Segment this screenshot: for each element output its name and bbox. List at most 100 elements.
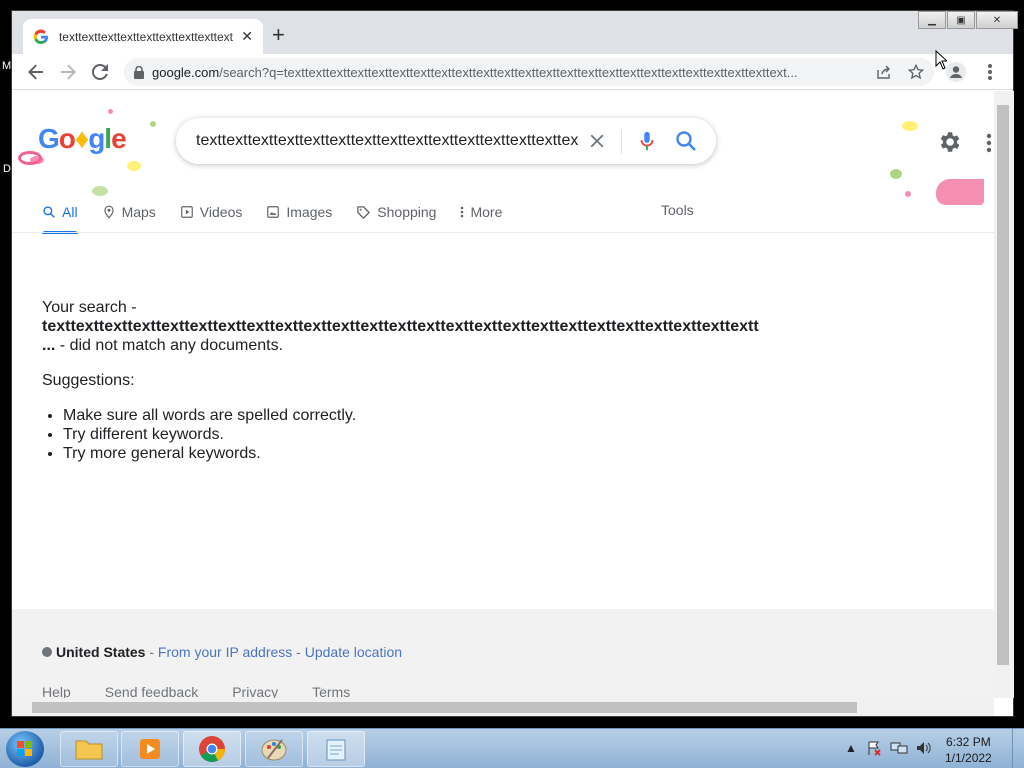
google-favicon-icon: [33, 29, 48, 44]
tab-label: Images: [286, 204, 333, 220]
confetti-decoration: [905, 191, 911, 197]
search-input[interactable]: texttexttexttexttexttexttexttexttexttext…: [196, 132, 578, 150]
show-desktop-button[interactable]: [1012, 729, 1024, 768]
lock-icon[interactable]: [134, 65, 144, 79]
vertical-scrollbar[interactable]: [994, 91, 1014, 698]
close-window-button[interactable]: ✕: [976, 11, 1018, 29]
location-separator: -: [292, 644, 305, 660]
back-button[interactable]: [24, 60, 48, 84]
tab-label: Maps: [121, 204, 156, 220]
suggestion-item: Try different keywords.: [63, 425, 759, 444]
browser-menu-button[interactable]: [978, 60, 1002, 84]
confetti-decoration: [108, 109, 113, 114]
send-feedback-link[interactable]: Send feedback: [105, 684, 198, 698]
page-footer: United States - From your IP address - U…: [12, 609, 994, 698]
taskbar: ▲ 6:32 PM 1/1/2022: [0, 728, 1024, 768]
apps-menu-icon[interactable]: [986, 133, 992, 153]
chrome-icon: [199, 736, 225, 762]
address-bar[interactable]: google.com/search?q=texttexttexttexttext…: [124, 58, 934, 86]
horizontal-scrollbar[interactable]: [12, 698, 994, 716]
window-controls: ▁ ▣ ✕: [917, 11, 1018, 29]
search-box[interactable]: texttexttexttexttexttexttexttexttexttext…: [176, 118, 716, 164]
paint-palette-icon: [261, 739, 287, 761]
profile-avatar-icon: [946, 62, 966, 82]
tab-close-icon[interactable]: ✕: [241, 28, 253, 45]
voice-search-icon[interactable]: [636, 129, 658, 153]
mouse-cursor-icon: [935, 50, 947, 70]
volume-icon[interactable]: [915, 740, 931, 756]
scrollbar-thumb[interactable]: [997, 105, 1009, 665]
media-player-icon: [140, 739, 160, 759]
minimize-button[interactable]: ▁: [918, 11, 946, 29]
tab-images[interactable]: Images: [266, 201, 332, 223]
tab-maps[interactable]: Maps: [102, 201, 156, 223]
profile-button[interactable]: [944, 60, 968, 84]
tab-title: texttexttexttexttexttexttexttexttexttext…: [58, 29, 234, 44]
url-text: google.com/search?q=texttexttexttexttext…: [152, 64, 798, 80]
share-icon[interactable]: [876, 65, 892, 79]
video-icon: [180, 205, 194, 219]
show-hidden-icons-icon[interactable]: ▲: [845, 741, 857, 755]
more-vert-icon: [460, 206, 464, 218]
taskbar-paint[interactable]: [245, 731, 303, 767]
google-results-page: Go♦gle texttexttexttexttexttexttexttextt…: [12, 91, 994, 698]
maximize-button[interactable]: ▣: [947, 11, 975, 29]
back-arrow-icon: [28, 64, 43, 80]
help-link[interactable]: Help: [42, 684, 71, 698]
suggestions-list: Make sure all words are spelled correctl…: [42, 406, 759, 463]
footer-links: Help Send feedback Privacy Terms: [42, 684, 384, 698]
taskbar-chrome[interactable]: [183, 731, 241, 767]
taskbar-file-explorer[interactable]: [60, 731, 118, 767]
tab-label: All: [62, 204, 78, 220]
tab-label: Videos: [199, 204, 243, 220]
confetti-decoration: [92, 186, 108, 196]
new-tab-button[interactable]: +: [272, 23, 285, 47]
search-icon: [42, 205, 56, 219]
map-pin-icon: [102, 204, 116, 220]
browser-tab[interactable]: texttexttexttexttexttexttexttexttexttext…: [23, 19, 263, 54]
tools-button[interactable]: Tools: [661, 202, 694, 218]
tag-icon: [356, 205, 371, 220]
suggestion-item: Make sure all words are spelled correctl…: [63, 406, 759, 425]
tab-videos[interactable]: Videos: [180, 201, 243, 223]
clear-search-icon[interactable]: [586, 130, 608, 152]
location-country: United States: [56, 644, 146, 660]
bookmark-star-icon[interactable]: [908, 64, 924, 80]
confetti-decoration: [902, 121, 918, 131]
network-icon[interactable]: [890, 740, 908, 756]
privacy-link[interactable]: Privacy: [232, 684, 278, 698]
action-center-flag-icon[interactable]: [866, 740, 882, 756]
no-results-suffix-line: ... - did not match any documents.: [42, 337, 284, 354]
scrollbar-thumb[interactable]: [32, 702, 857, 713]
confetti-decoration: [150, 121, 156, 127]
no-results-message: Your search - texttexttexttexttexttextte…: [42, 298, 759, 463]
reload-button[interactable]: [88, 60, 112, 84]
location-separator: -: [145, 644, 158, 660]
search-icon[interactable]: [674, 129, 698, 153]
forward-arrow-icon: [61, 64, 76, 80]
desktop-icon-label-m: M: [2, 60, 12, 72]
tab-label: More: [470, 204, 503, 220]
taskbar-media-player[interactable]: [121, 731, 179, 767]
tabs-divider: [12, 232, 994, 233]
tab-strip: texttexttexttexttexttexttexttexttexttext…: [12, 11, 1018, 54]
tab-more[interactable]: More: [460, 201, 502, 223]
clock-time: 6:32 PM: [946, 735, 991, 749]
tab-label: Shopping: [377, 204, 437, 220]
tab-shopping[interactable]: Shopping: [356, 201, 436, 223]
google-doodle-logo[interactable]: Go♦gle: [38, 123, 127, 155]
start-button[interactable]: [6, 731, 44, 767]
confetti-decoration: [890, 169, 902, 179]
settings-gear-icon[interactable]: [936, 129, 962, 155]
ip-address-link[interactable]: From your IP address: [158, 644, 292, 660]
windows-logo-icon: [17, 741, 32, 756]
forward-button[interactable]: [56, 60, 80, 84]
tab-all[interactable]: All: [42, 201, 78, 234]
system-clock[interactable]: 6:32 PM 1/1/2022: [945, 734, 992, 766]
update-location-link[interactable]: Update location: [305, 644, 402, 660]
search-type-tabs: All Maps Videos Images Shopping More: [42, 201, 526, 234]
browser-window: texttexttexttexttexttexttexttexttexttext…: [11, 10, 1018, 717]
image-icon: [266, 205, 280, 219]
terms-link[interactable]: Terms: [312, 684, 350, 698]
taskbar-notepad[interactable]: [307, 731, 365, 767]
